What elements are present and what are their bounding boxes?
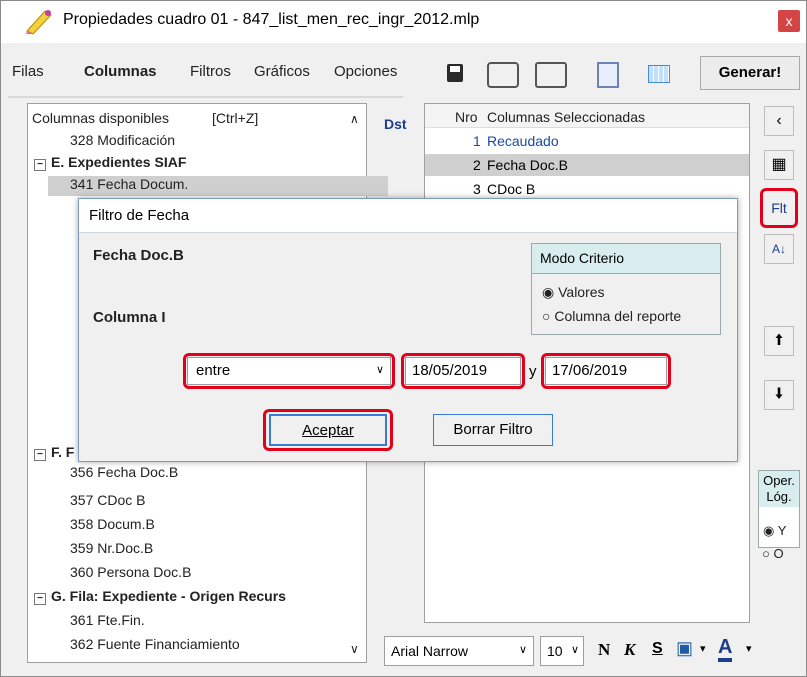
strikeout-button[interactable]: S xyxy=(652,640,663,658)
radio-columna-reporte[interactable]: ○ Columna del reporte xyxy=(542,308,681,324)
chevron-down-icon[interactable]: ▾ xyxy=(746,642,752,655)
row-name: Recaudado xyxy=(487,133,559,149)
tab-opciones[interactable]: Opciones xyxy=(334,63,397,80)
accept-button[interactable]: Aceptar xyxy=(269,414,387,446)
preview-button[interactable] xyxy=(588,56,622,90)
panel-icon xyxy=(535,62,567,88)
criteria-mode-title: Modo Criterio xyxy=(532,244,720,274)
and-label: y xyxy=(529,363,537,380)
column-label: Columna I xyxy=(93,309,166,326)
table-row[interactable]: 3 CDoc B xyxy=(425,178,749,200)
field-name-label: Fecha Doc.B xyxy=(93,247,184,264)
move-up-button[interactable]: 🠩 xyxy=(764,326,794,356)
date-from-field[interactable]: 18/05/2019 xyxy=(405,357,521,385)
criteria-mode-group: Modo Criterio ◉ Valores ○ Columna del re… xyxy=(531,243,721,335)
selected-columns-header: Nro Columnas Seleccionadas xyxy=(425,104,749,128)
clear-filter-button[interactable]: Borrar Filtro xyxy=(433,414,553,446)
move-left-button[interactable]: ‹ xyxy=(764,106,794,136)
font-select[interactable]: Arial Narrow ∨ xyxy=(384,636,534,666)
list-item-selected[interactable]: 341 Fecha Docum. xyxy=(48,176,388,196)
group-header[interactable]: − G. Fila: Expediente - Origen Recurs xyxy=(34,588,286,608)
date-filter-dialog: Filtro de Fecha Fecha Doc.B Columna I Mo… xyxy=(78,198,738,462)
list-item[interactable]: 362 Fuente Financiamiento xyxy=(70,636,240,656)
font-size-select[interactable]: 10 ∨ xyxy=(540,636,584,666)
dialog-title: Filtro de Fecha xyxy=(79,199,737,233)
row-name: CDoc B xyxy=(487,181,536,197)
available-columns-header: Columnas disponibles xyxy=(32,110,169,126)
window-title: Propiedades cuadro 01 - 847_list_men_rec… xyxy=(63,11,480,28)
layout-button-1[interactable] xyxy=(482,56,520,90)
list-item[interactable]: 358 Docum.B xyxy=(70,516,155,536)
scroll-down-icon[interactable]: ∨ xyxy=(350,642,359,656)
chevron-down-icon[interactable]: ▾ xyxy=(700,642,706,655)
save-button[interactable] xyxy=(440,56,470,90)
operator-select[interactable]: entre ∨ xyxy=(187,357,391,385)
chevron-down-icon: ∨ xyxy=(518,644,527,656)
properties-icon: ▦ xyxy=(771,156,787,173)
scroll-up-icon[interactable]: ∧ xyxy=(350,112,359,126)
close-button[interactable]: x xyxy=(778,10,800,32)
tab-filtros[interactable]: Filtros xyxy=(190,63,231,80)
italic-button[interactable]: K xyxy=(624,640,635,660)
font-color-button[interactable]: A xyxy=(718,636,733,662)
column-nro-header: Nro xyxy=(455,109,478,125)
app-icon xyxy=(23,7,53,35)
row-number: 1 xyxy=(473,133,481,149)
chevron-down-icon: ∨ xyxy=(375,364,384,376)
title-bar: Propiedades cuadro 01 - 847_list_men_rec… xyxy=(1,1,806,43)
group-header[interactable]: − E. Expedientes SIAF xyxy=(34,154,186,174)
list-item[interactable]: 357 CDoc B xyxy=(70,492,145,512)
tab-filas[interactable]: Filas xyxy=(12,63,44,80)
list-item[interactable]: 360 Persona Doc.B xyxy=(70,564,191,584)
collapse-icon[interactable]: − xyxy=(34,159,46,171)
collapse-icon[interactable]: − xyxy=(34,449,46,461)
arrow-up-icon: 🠩 xyxy=(774,332,784,349)
sort-az-icon: A↓ xyxy=(771,242,786,256)
list-item[interactable]: 328 Modificación xyxy=(70,132,175,152)
group-header[interactable]: − F. F xyxy=(34,444,74,464)
save-icon xyxy=(447,64,463,82)
radio-y[interactable]: ◉ Y xyxy=(763,523,786,539)
list-item[interactable]: 356 Fecha Doc.B xyxy=(70,464,178,484)
row-number: 3 xyxy=(473,181,481,197)
fill-color-icon[interactable]: ▣ xyxy=(676,638,693,659)
column-title-header: Columnas Seleccionadas xyxy=(487,109,645,125)
bold-button[interactable]: N xyxy=(598,640,610,660)
table-row[interactable]: 1 Recaudado xyxy=(425,130,749,152)
tab-columnas[interactable]: Columnas xyxy=(84,63,157,80)
layout-button-2[interactable] xyxy=(530,56,568,90)
date-to-field[interactable]: 17/06/2019 xyxy=(545,357,667,385)
arrow-down-icon: 🠫 xyxy=(774,386,784,403)
chevron-down-icon: ∨ xyxy=(570,644,579,656)
dst-button[interactable]: Dst xyxy=(384,116,407,132)
radio-valores[interactable]: ◉ Valores xyxy=(542,284,605,301)
row-name: Fecha Doc.B xyxy=(487,157,568,173)
sort-button[interactable]: A↓ xyxy=(764,234,794,264)
logical-operator-box: Oper. Lóg. ◉ Y xyxy=(758,470,800,548)
radio-o[interactable]: ○ O xyxy=(762,546,784,561)
shortcut-label: [Ctrl+Z] xyxy=(212,110,259,126)
preview-icon xyxy=(597,62,619,88)
generate-button[interactable]: Generar! xyxy=(700,56,800,90)
list-item[interactable]: 359 Nr.Doc.B xyxy=(70,540,153,560)
row-number: 2 xyxy=(473,157,481,173)
properties-button[interactable]: ▦ xyxy=(764,150,794,180)
filter-button[interactable]: Flt xyxy=(760,188,798,228)
collapse-icon[interactable]: − xyxy=(34,593,46,605)
chevron-left-icon: ‹ xyxy=(776,112,782,129)
grid-button[interactable] xyxy=(640,56,674,90)
grid-icon xyxy=(648,65,670,83)
layout-icon xyxy=(487,62,519,88)
tab-underline xyxy=(8,96,403,98)
list-item[interactable]: 361 Fte.Fin. xyxy=(70,612,145,632)
logical-operator-label: Oper. Lóg. xyxy=(759,471,799,507)
move-down-button[interactable]: 🠫 xyxy=(764,380,794,410)
tab-graficos[interactable]: Gráficos xyxy=(254,63,310,80)
table-row-selected[interactable]: 2 Fecha Doc.B xyxy=(425,154,749,176)
